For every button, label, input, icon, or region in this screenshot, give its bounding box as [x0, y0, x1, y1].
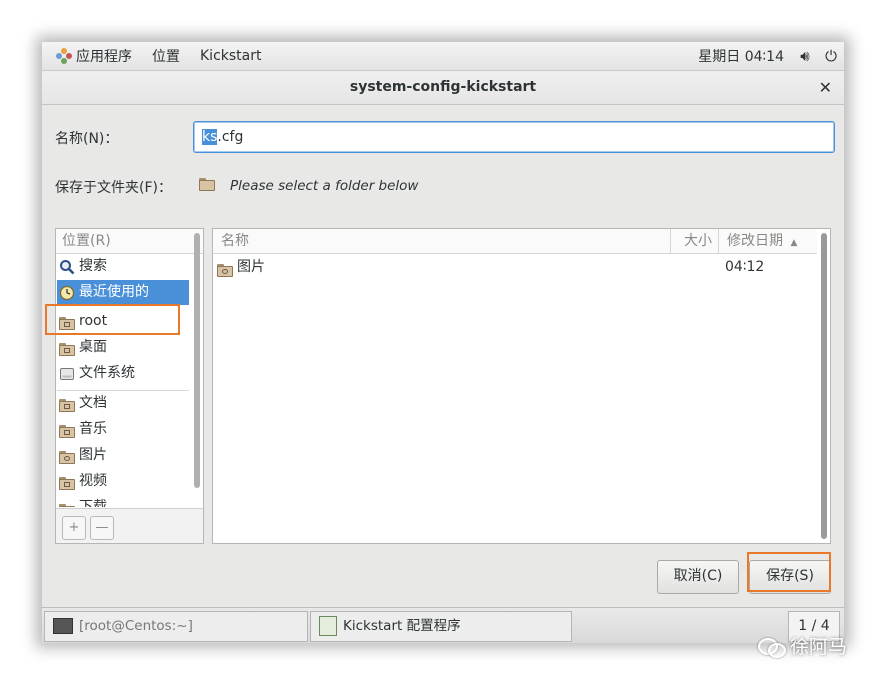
kickstart-app-menu[interactable]: Kickstart — [190, 42, 271, 70]
remove-bookmark-button[interactable]: — — [90, 516, 114, 540]
applications-menu[interactable]: 应用程序 — [42, 42, 142, 70]
places-menu[interactable]: 位置 — [142, 42, 190, 70]
file-modified: 04∶12 — [725, 259, 765, 275]
terminal-icon — [53, 618, 73, 634]
place-documents[interactable]: 文档 — [57, 391, 189, 416]
pictures-folder-icon — [217, 260, 233, 286]
place-pictures[interactable]: 图片 — [57, 443, 189, 468]
places-scrollbar[interactable] — [194, 233, 200, 488]
place-videos[interactable]: 视频 — [57, 469, 189, 494]
search-icon — [59, 259, 75, 275]
watermark-text: 徐阿马 — [790, 636, 848, 658]
column-name[interactable]: 名称 — [213, 229, 671, 253]
column-size[interactable]: 大小 — [671, 229, 719, 253]
applications-icon — [56, 48, 72, 64]
documents-folder-icon — [59, 396, 75, 412]
place-music[interactable]: 音乐 — [57, 417, 189, 442]
watermark: 徐阿马 — [758, 632, 847, 659]
places-sidebar: 位置(R) 搜索 最近使用的 root 桌面 文件系统 文档 音乐 图片 视频 … — [55, 228, 204, 544]
task-kickstart[interactable]: Kickstart 配置程序 — [310, 611, 572, 642]
column-modified[interactable]: 修改日期 ▲ — [719, 229, 817, 253]
downloads-folder-icon — [59, 501, 75, 507]
name-label: 名称(N)： — [55, 131, 119, 147]
place-desktop[interactable]: 桌面 — [57, 335, 189, 360]
filename-selected-text: ks — [202, 129, 218, 145]
clock[interactable]: 星期日 04∶14 — [690, 46, 792, 66]
place-label: 桌面 — [79, 339, 107, 355]
place-label: 下载 — [79, 499, 107, 507]
highlight-save — [747, 552, 831, 592]
place-label: 视频 — [79, 473, 107, 489]
sort-ascending-icon: ▲ — [790, 238, 798, 248]
place-label: 最近使用的 — [79, 284, 149, 300]
filename-rest-text: .cfg — [217, 129, 244, 145]
pictures-folder-icon — [59, 448, 75, 464]
folder-icon — [199, 178, 215, 191]
desktop-folder-icon — [59, 340, 75, 356]
file-name: 图片 — [237, 259, 265, 275]
save-in-note: Please select a folder below — [230, 178, 419, 194]
place-label: 文档 — [79, 395, 107, 411]
column-modified-label: 修改日期 — [727, 233, 783, 249]
place-label: 文件系统 — [79, 365, 135, 381]
add-bookmark-button[interactable]: + — [62, 516, 86, 540]
task-terminal[interactable]: [root@Centos:~] — [44, 611, 308, 642]
place-label: 搜索 — [79, 258, 107, 274]
cancel-button[interactable]: 取消(C) — [657, 560, 739, 594]
task-kickstart-label: Kickstart 配置程序 — [343, 618, 461, 634]
taskbar: [root@Centos:~] Kickstart 配置程序 1 / 4 — [42, 607, 844, 643]
wechat-icon — [758, 636, 786, 658]
place-label: 音乐 — [79, 421, 107, 437]
top-bar: 应用程序 位置 Kickstart 星期日 04∶14 🔊︎ ⏻ — [42, 42, 844, 71]
recent-icon — [59, 285, 75, 301]
place-search[interactable]: 搜索 — [57, 254, 189, 279]
save-in-label: 保存于文件夹(F)： — [55, 180, 172, 196]
power-icon[interactable]: ⏻ — [818, 47, 844, 65]
videos-folder-icon — [59, 474, 75, 490]
kickstart-app-icon — [319, 616, 337, 636]
file-row[interactable]: 图片 04∶12 — [213, 254, 817, 280]
places-toolbar: + — — [56, 508, 203, 543]
file-list: 名称 大小 修改日期 ▲ 图片 04∶12 — [212, 228, 831, 544]
place-recent[interactable]: 最近使用的 — [57, 280, 189, 305]
files-scrollbar[interactable] — [821, 233, 827, 539]
highlight-root — [45, 304, 180, 335]
dialog-titlebar: system-config-kickstart ✕ — [42, 71, 844, 105]
drive-icon — [59, 366, 75, 382]
place-downloads[interactable]: 下载 — [57, 495, 189, 507]
save-dialog: 名称(N)： ks.cfg 保存于文件夹(F)： Please select a… — [42, 105, 844, 607]
filename-input[interactable]: ks.cfg — [193, 121, 835, 153]
place-filesystem[interactable]: 文件系统 — [57, 361, 189, 386]
place-label: 图片 — [79, 447, 107, 463]
places-header: 位置(R) — [56, 229, 203, 254]
music-folder-icon — [59, 422, 75, 438]
close-icon[interactable]: ✕ — [819, 71, 832, 104]
speaker-icon[interactable]: 🔊︎ — [792, 47, 818, 65]
task-terminal-label: [root@Centos:~] — [79, 618, 193, 634]
applications-label: 应用程序 — [76, 49, 132, 65]
file-list-header: 名称 大小 修改日期 ▲ — [213, 229, 817, 254]
dialog-title: system-config-kickstart — [349, 79, 537, 95]
